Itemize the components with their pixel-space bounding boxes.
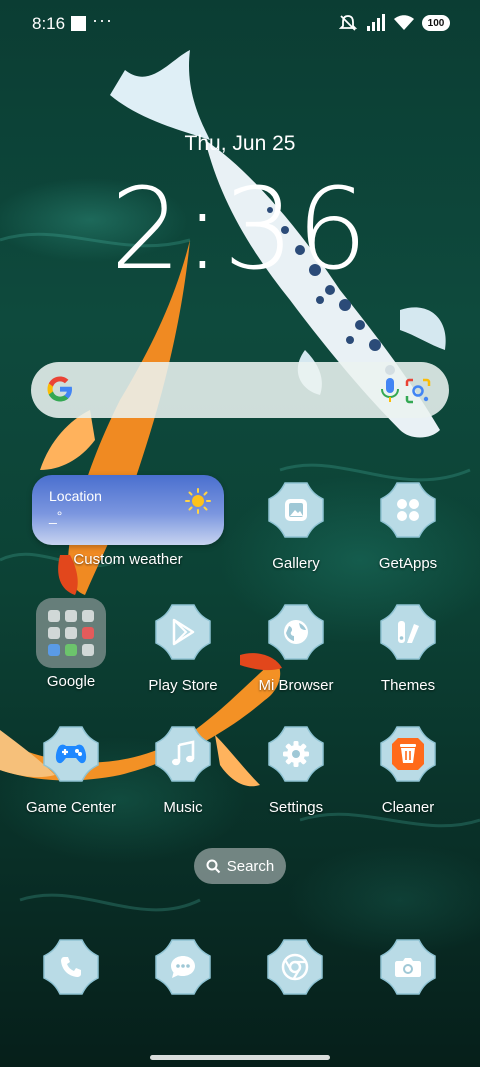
folder-mini-icon xyxy=(82,610,94,622)
folder-mini-icon xyxy=(48,610,60,622)
status-time: 8:16 xyxy=(32,14,66,33)
gallery-icon xyxy=(267,481,325,539)
dock-messages[interactable] xyxy=(154,938,212,996)
chat-icon xyxy=(154,938,212,996)
app-themes[interactable]: Themes xyxy=(353,603,463,699)
app-label: Themes xyxy=(380,677,436,694)
app-label: Music xyxy=(163,799,203,816)
weather-widget-label-wrap: Custom weather xyxy=(73,477,183,573)
gear-icon xyxy=(267,725,325,783)
camera-icon xyxy=(379,938,437,996)
battery-icon: 100 xyxy=(422,15,450,31)
play-store-icon xyxy=(154,603,212,661)
app-getapps[interactable]: GetApps xyxy=(353,481,463,577)
phone-icon xyxy=(42,938,100,996)
app-cleaner[interactable]: Cleaner xyxy=(353,725,463,821)
app-gallery[interactable]: Gallery xyxy=(241,481,351,577)
app-label: Settings xyxy=(268,799,324,816)
weather-temperature: _° xyxy=(49,508,63,524)
sun-icon xyxy=(185,488,211,514)
search-icon xyxy=(206,859,220,873)
gamepad-icon xyxy=(42,725,100,783)
status-bar: 8:16 ··· 100 xyxy=(0,0,480,50)
themes-icon xyxy=(379,603,437,661)
dock-chrome[interactable] xyxy=(266,938,324,996)
app-label: Gallery xyxy=(272,555,320,572)
dock-camera[interactable] xyxy=(379,938,437,996)
folder-mini-icon xyxy=(65,644,77,656)
folder-label: Google xyxy=(46,673,96,690)
chrome-icon xyxy=(266,938,324,996)
more-notifications-icon: ··· xyxy=(92,10,113,30)
app-label: Mi Browser xyxy=(258,677,334,694)
app-play-store[interactable]: Play Store xyxy=(128,603,238,699)
status-icons: 100 xyxy=(338,13,450,33)
bell-muted-icon xyxy=(338,15,358,31)
getapps-icon xyxy=(379,481,437,539)
wifi-icon xyxy=(394,15,414,30)
dock-phone[interactable] xyxy=(42,938,100,996)
folder-mini-icon xyxy=(82,644,94,656)
trash-icon xyxy=(379,725,437,783)
google-g-icon xyxy=(47,376,72,402)
google-folder[interactable] xyxy=(36,598,106,668)
gesture-nav-handle[interactable] xyxy=(150,1055,330,1060)
app-game-center[interactable]: Game Center xyxy=(16,725,126,821)
music-note-icon xyxy=(154,725,212,783)
mic-icon[interactable] xyxy=(377,376,403,404)
weather-widget-label: Custom weather xyxy=(73,551,183,568)
date-text[interactable]: Thu, Jun 25 xyxy=(0,132,480,156)
lens-icon[interactable] xyxy=(403,376,433,406)
app-label: Cleaner xyxy=(381,799,435,816)
drawer-search-label: Search xyxy=(226,857,275,875)
app-label: Game Center xyxy=(25,799,117,816)
google-search-bar[interactable] xyxy=(31,362,449,418)
folder-mini-icon xyxy=(48,644,60,656)
app-label: GetApps xyxy=(378,555,438,572)
folder-mini-icon xyxy=(82,627,94,639)
folder-mini-icon xyxy=(65,627,77,639)
app-drawer-search-button[interactable]: Search xyxy=(194,848,286,884)
globe-icon xyxy=(267,603,325,661)
clock-time[interactable]: 2:36 xyxy=(0,165,480,295)
app-music[interactable]: Music xyxy=(128,725,238,821)
app-settings[interactable]: Settings xyxy=(241,725,351,821)
signal-icon xyxy=(367,14,385,31)
folder-mini-icon xyxy=(65,610,77,622)
folder-mini-icon xyxy=(48,627,60,639)
notification-square-icon xyxy=(71,16,86,31)
app-mi-browser[interactable]: Mi Browser xyxy=(241,603,351,699)
app-label: Play Store xyxy=(148,677,218,694)
